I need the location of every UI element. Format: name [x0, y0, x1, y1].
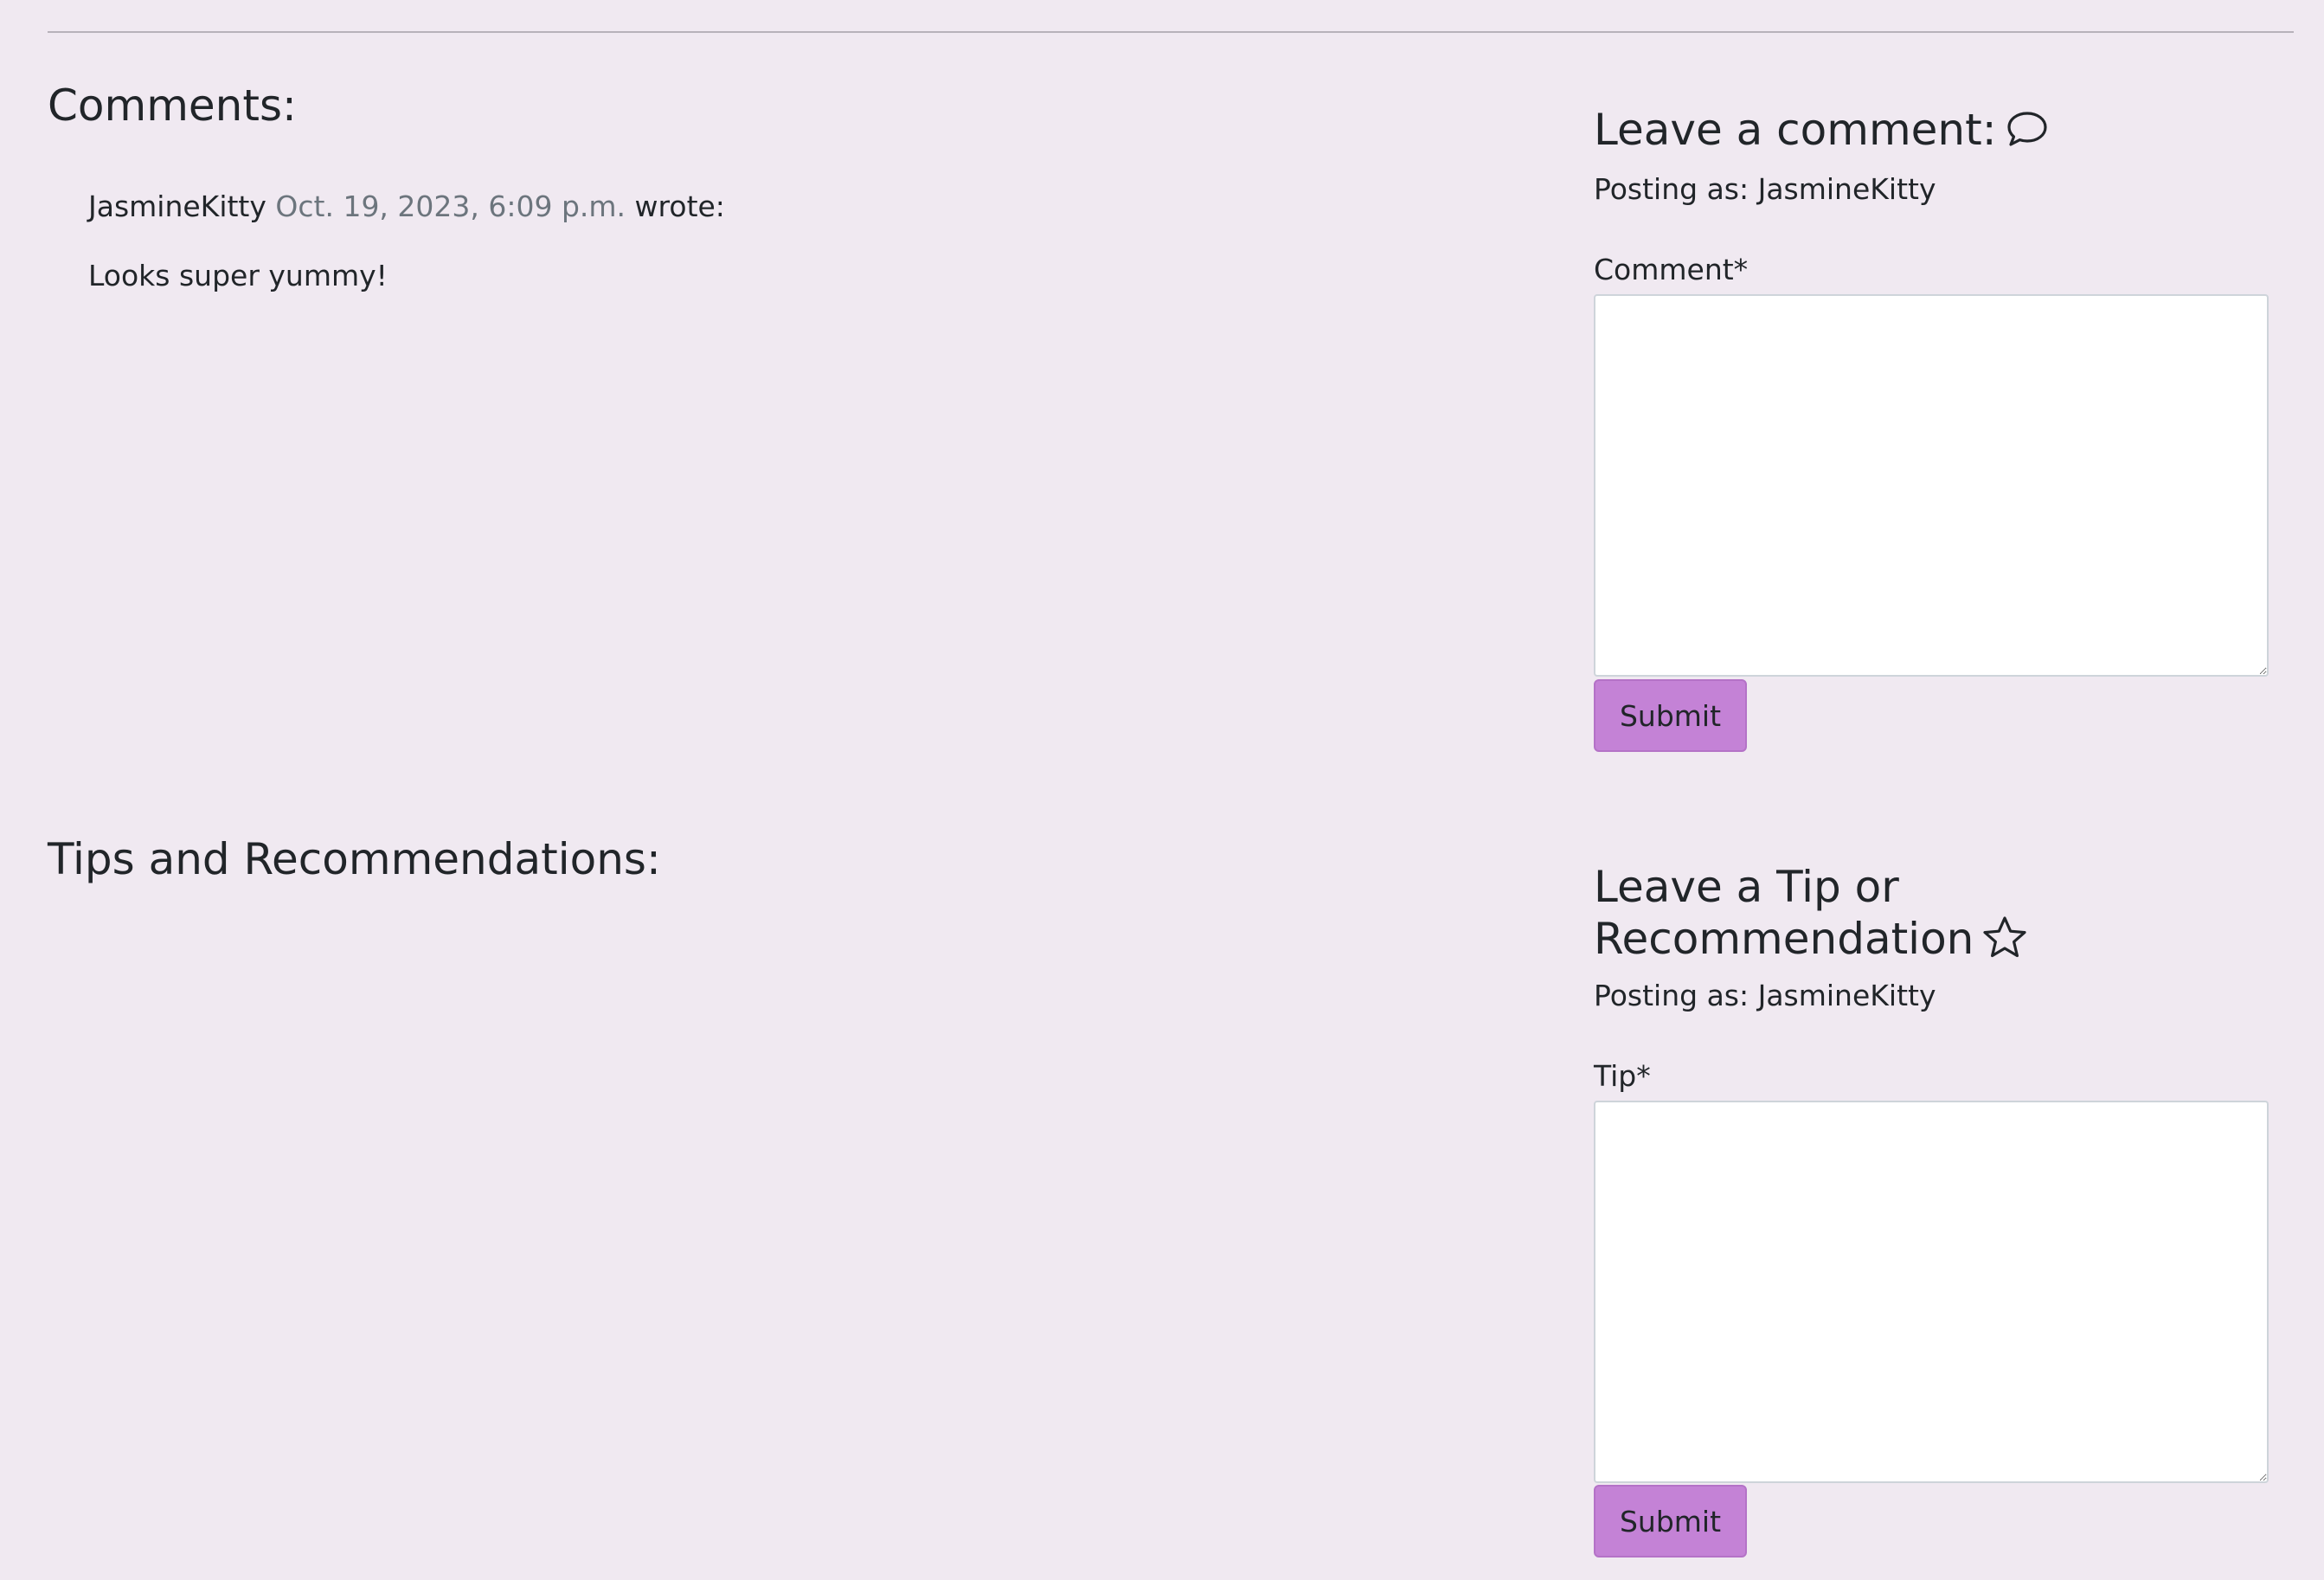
star-icon	[1982, 915, 2027, 970]
speech-bubble-icon	[2006, 108, 2049, 161]
comment-wrote-label: wrote:	[634, 189, 725, 223]
comment-author: JasmineKitty	[88, 189, 266, 223]
comment-form-heading: Leave a comment:	[1594, 104, 2049, 161]
comment-form-heading-text: Leave a comment:	[1594, 105, 1997, 155]
comment-meta: JasmineKitty Oct. 19, 2023, 6:09 p.m. wr…	[88, 185, 1473, 228]
comment-submit-button[interactable]: Submit	[1594, 679, 1747, 752]
tip-posting-as: Posting as: JasmineKitty	[1594, 979, 1936, 1012]
comment-posting-as: Posting as: JasmineKitty	[1594, 172, 1936, 206]
tip-form-heading: Leave a Tip or Recommendation	[1594, 861, 2269, 970]
tip-form-heading-text: Leave a Tip or Recommendation	[1594, 862, 1974, 964]
tips-heading: Tips and Recommendations:	[48, 834, 661, 884]
comments-heading: Comments:	[48, 80, 297, 131]
comment-item: JasmineKitty Oct. 19, 2023, 6:09 p.m. wr…	[88, 185, 1473, 298]
comment-date: Oct. 19, 2023, 6:09 p.m.	[275, 189, 626, 223]
comment-body: Looks super yummy!	[88, 259, 388, 292]
comment-textarea[interactable]	[1594, 294, 2269, 677]
comment-field-label: Comment*	[1594, 253, 1749, 286]
tip-field-label: Tip*	[1594, 1059, 1651, 1093]
top-divider	[48, 31, 2294, 33]
tip-textarea[interactable]	[1594, 1101, 2269, 1483]
tip-submit-button[interactable]: Submit	[1594, 1485, 1747, 1558]
